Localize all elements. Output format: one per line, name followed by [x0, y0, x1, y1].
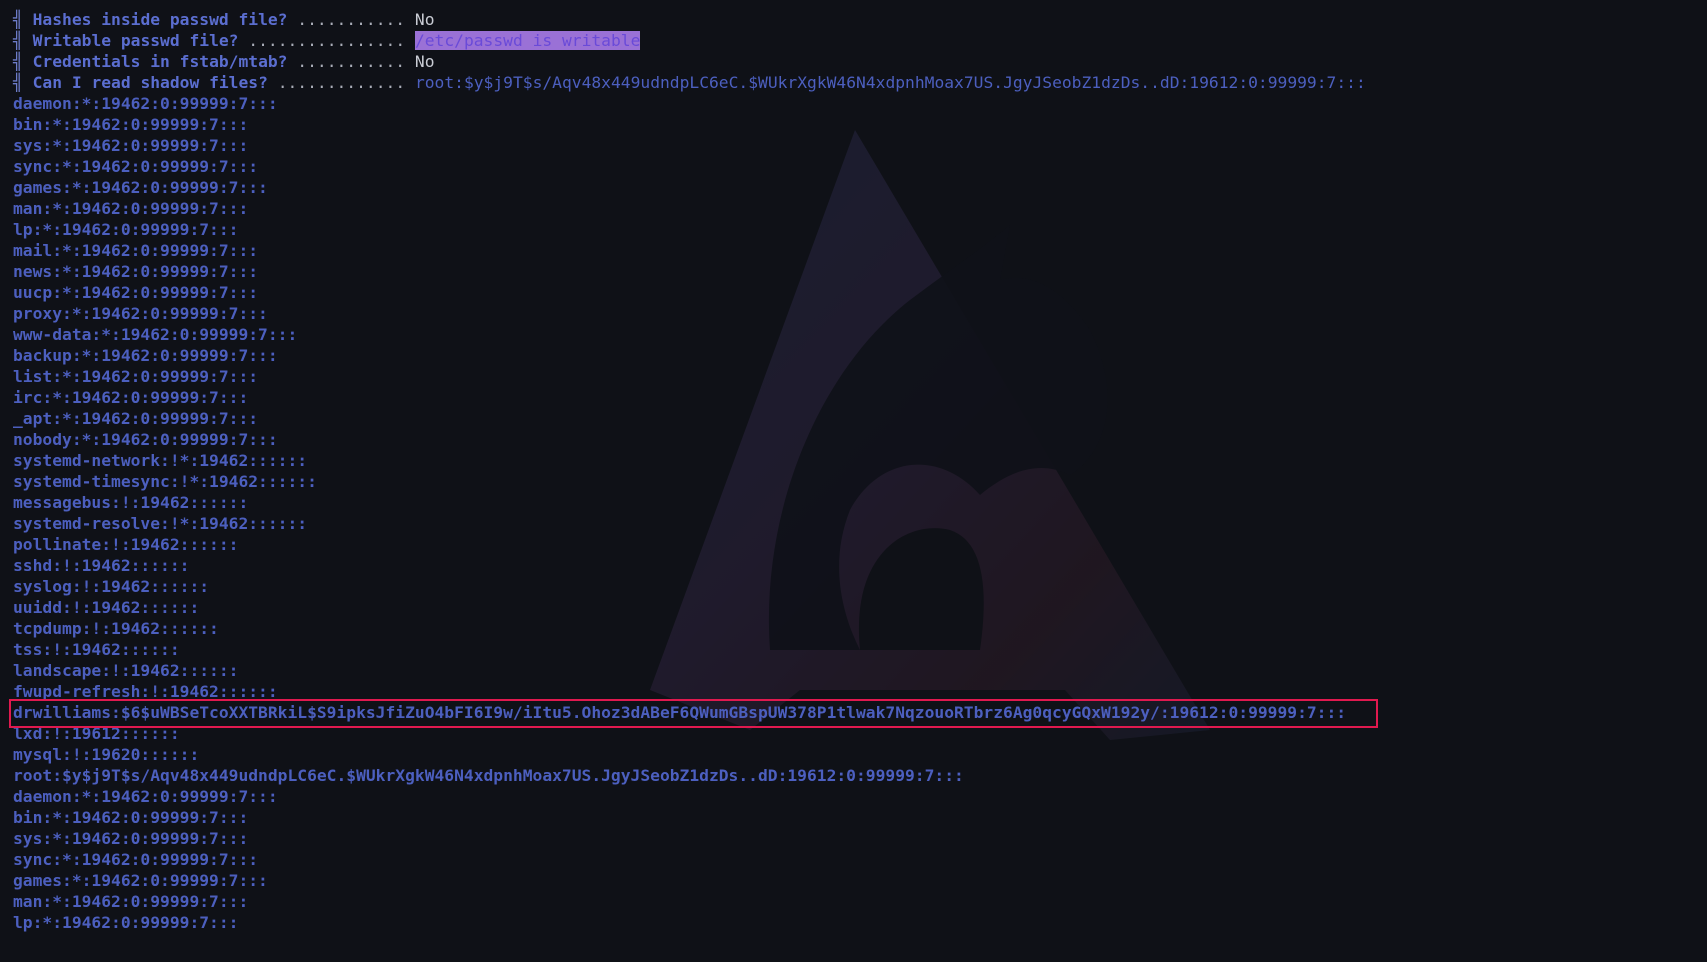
shadow-line: nobody:*:19462:0:99999:7::: [13, 430, 278, 449]
shadow-line: lp:*:19462:0:99999:7::: [13, 913, 239, 932]
shadow-line: lxd:!:19612:::::: [13, 724, 180, 743]
shadow-line: daemon:*:19462:0:99999:7::: [13, 94, 278, 113]
check-question: Writable passwd file? [32, 31, 239, 50]
shadow-line: uucp:*:19462:0:99999:7::: [13, 283, 259, 302]
shadow-line-highlighted: drwilliams:$6$uWBSeTcoXXTBRkiL$S9ipksJfi… [13, 703, 1347, 722]
shadow-file-lines: daemon:*:19462:0:99999:7::: bin:*:19462:0… [13, 93, 1366, 933]
check-answer: No [414, 10, 435, 29]
shadow-line: sys:*:19462:0:99999:7::: [13, 829, 249, 848]
shadow-line: systemd-network:!*:19462:::::: [13, 451, 308, 470]
check-dots: ................ [238, 31, 415, 50]
check-dots: ........... [287, 10, 415, 29]
shadow-line: tcpdump:!:19462:::::: [13, 619, 219, 638]
check-row-fstab: ╣ Credentials in fstab/mtab? ...........… [13, 51, 1366, 72]
shadow-line: sync:*:19462:0:99999:7::: [13, 157, 259, 176]
shadow-line: man:*:19462:0:99999:7::: [13, 199, 249, 218]
shadow-line: syslog:!:19462:::::: [13, 577, 210, 596]
shadow-line: sshd:!:19462:::::: [13, 556, 190, 575]
shadow-line: bin:*:19462:0:99999:7::: [13, 115, 249, 134]
shadow-line: landscape:!:19462:::::: [13, 661, 239, 680]
shadow-line: messagebus:!:19462:::::: [13, 493, 249, 512]
check-row-shadow: ╣ Can I read shadow files? .............… [13, 72, 1366, 93]
shadow-line: pollinate:!:19462:::::: [13, 535, 239, 554]
shadow-line: systemd-timesync:!*:19462:::::: [13, 472, 317, 491]
check-question: Can I read shadow files? [32, 73, 268, 92]
check-dots: ............. [267, 73, 415, 92]
terminal-window[interactable]: ╣ Hashes inside passwd file? ...........… [0, 0, 1707, 962]
shadow-line: news:*:19462:0:99999:7::: [13, 262, 259, 281]
shadow-line: lp:*:19462:0:99999:7::: [13, 220, 239, 239]
check-answer: root:$y$j9T$s/Aqv48x449udndpLC6eC.$WUkrX… [414, 73, 1366, 92]
shadow-line: irc:*:19462:0:99999:7::: [13, 388, 249, 407]
check-answer-highlighted: /etc/passwd is writable [414, 31, 641, 50]
shadow-line: list:*:19462:0:99999:7::: [13, 367, 259, 386]
check-question: Hashes inside passwd file? [32, 10, 288, 29]
shadow-line: fwupd-refresh:!:19462:::::: [13, 682, 278, 701]
check-dots: ........... [287, 52, 415, 71]
check-marker: ╣ [13, 31, 23, 50]
check-marker: ╣ [13, 73, 23, 92]
shadow-line: _apt:*:19462:0:99999:7::: [13, 409, 259, 428]
shadow-line: mail:*:19462:0:99999:7::: [13, 241, 259, 260]
shadow-line: games:*:19462:0:99999:7::: [13, 178, 268, 197]
shadow-line: uuidd:!:19462:::::: [13, 598, 200, 617]
shadow-line: bin:*:19462:0:99999:7::: [13, 808, 249, 827]
shadow-line: root:$y$j9T$s/Aqv48x449udndpLC6eC.$WUkrX… [13, 766, 964, 785]
check-marker: ╣ [13, 10, 23, 29]
shadow-line: www-data:*:19462:0:99999:7::: [13, 325, 298, 344]
shadow-line: man:*:19462:0:99999:7::: [13, 892, 249, 911]
check-answer: No [414, 52, 435, 71]
check-row-hashes: ╣ Hashes inside passwd file? ...........… [13, 9, 1366, 30]
check-question: Credentials in fstab/mtab? [32, 52, 288, 71]
shadow-line: tss:!:19462:::::: [13, 640, 180, 659]
check-row-writable-passwd: ╣ Writable passwd file? ................… [13, 30, 1366, 51]
shadow-line: sync:*:19462:0:99999:7::: [13, 850, 259, 869]
check-marker: ╣ [13, 52, 23, 71]
shadow-line: sys:*:19462:0:99999:7::: [13, 136, 249, 155]
shadow-line: daemon:*:19462:0:99999:7::: [13, 787, 278, 806]
shadow-line: mysql:!:19620:::::: [13, 745, 200, 764]
shadow-line: systemd-resolve:!*:19462:::::: [13, 514, 308, 533]
shadow-line: backup:*:19462:0:99999:7::: [13, 346, 278, 365]
shadow-line: games:*:19462:0:99999:7::: [13, 871, 268, 890]
terminal-output: ╣ Hashes inside passwd file? ...........… [13, 9, 1366, 933]
shadow-line: proxy:*:19462:0:99999:7::: [13, 304, 268, 323]
